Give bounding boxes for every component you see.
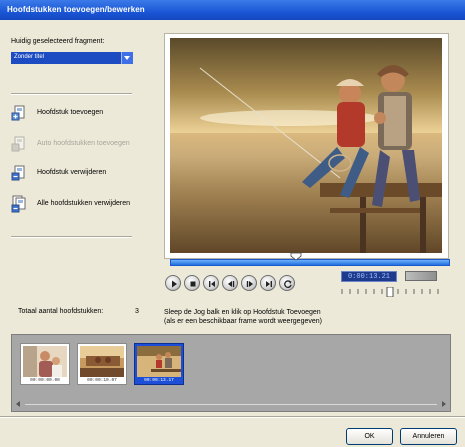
ok-button[interactable]: OK (346, 428, 393, 445)
auto-add-chapters-button[interactable]: Auto hoofdstukken toevoegen (11, 135, 161, 153)
dialog-window: Hoofdstukken toevoegen/bewerken Huidig g… (0, 0, 465, 447)
repeat-button[interactable] (279, 275, 295, 291)
repeat-icon (284, 280, 292, 288)
chapter-scrollbar[interactable] (13, 400, 449, 408)
remove-chapter-icon (11, 165, 25, 181)
chapter-thumbnail-image (137, 346, 181, 377)
jog-bar[interactable] (170, 259, 450, 266)
add-chapter-icon (11, 105, 25, 121)
to-end-icon (266, 281, 272, 287)
scroll-left-icon[interactable] (15, 400, 21, 408)
auto-add-chapters-label: Auto hoofdstukken toevoegen (37, 140, 130, 147)
remove-all-chapters-label: Alle hoofdstukken verwijderen (37, 200, 130, 207)
fragment-select-value: Zonder titel (14, 54, 45, 60)
chapter-timecode: 00:00:00.00 (30, 378, 60, 383)
to-start-button[interactable] (203, 275, 219, 291)
to-end-button[interactable] (260, 275, 276, 291)
total-chapters-count: 3 (135, 308, 139, 315)
hint-text-secondary: (als er een beschikbaar frame wordt weer… (164, 318, 322, 325)
fragment-select[interactable]: Zonder titel (11, 52, 133, 64)
timecode-display[interactable]: 0:00:13.21 (341, 271, 397, 282)
to-start-icon (209, 281, 215, 287)
add-chapter-button[interactable]: Hoofdstuk toevoegen (11, 104, 161, 122)
step-back-icon (228, 281, 235, 287)
play-icon (172, 280, 177, 288)
step-forward-button[interactable] (241, 275, 257, 291)
preview-image (170, 38, 442, 253)
remove-chapter-button[interactable]: Hoofdstuk verwijderen (11, 164, 161, 182)
hint-text: Sleep de Jog balk en klik op Hoofdstuk T… (164, 309, 321, 316)
remove-chapter-label: Hoofdstuk verwijderen (37, 169, 107, 176)
stop-icon (190, 281, 196, 287)
chapter-timecode: 00:00:13.17 (144, 378, 174, 383)
play-button[interactable] (165, 275, 181, 291)
chapter-thumbnail-image (80, 346, 124, 377)
divider (11, 93, 132, 95)
divider (11, 236, 132, 238)
step-forward-icon (246, 281, 253, 287)
stop-button[interactable] (184, 275, 200, 291)
remove-all-chapters-button[interactable]: Alle hoofdstukken verwijderen (11, 195, 161, 213)
chevron-down-icon[interactable] (121, 52, 133, 64)
chapter-timecode: 00:00:10.07 (87, 378, 117, 383)
shuttle-slider[interactable] (340, 287, 440, 297)
chapter-thumbnail[interactable]: 00:00:10.07 (77, 343, 127, 385)
step-back-button[interactable] (222, 275, 238, 291)
window-title: Hoofdstukken toevoegen/bewerken (7, 5, 145, 14)
remove-all-chapters-icon (11, 195, 26, 213)
chapter-thumbnail[interactable]: 00:00:00.00 (20, 343, 70, 385)
total-chapters-label: Totaal aantal hoofdstukken: (18, 308, 104, 315)
cancel-button[interactable]: Annuleren (400, 428, 457, 445)
scroll-right-icon[interactable] (441, 400, 447, 408)
title-bar[interactable]: Hoofdstukken toevoegen/bewerken (0, 0, 465, 20)
scroll-track[interactable] (25, 404, 437, 405)
footer-divider (0, 416, 465, 418)
chapter-thumbnail-image (23, 346, 67, 377)
jog-handle[interactable] (290, 252, 302, 261)
add-chapter-label: Hoofdstuk toevoegen (37, 109, 104, 116)
fragment-label: Huidig geselecteerd fragment: (11, 38, 105, 45)
volume-slider[interactable] (405, 271, 437, 281)
chapter-thumbnail-selected[interactable]: 00:00:13.17 (134, 343, 184, 385)
auto-add-chapters-icon (11, 136, 25, 152)
